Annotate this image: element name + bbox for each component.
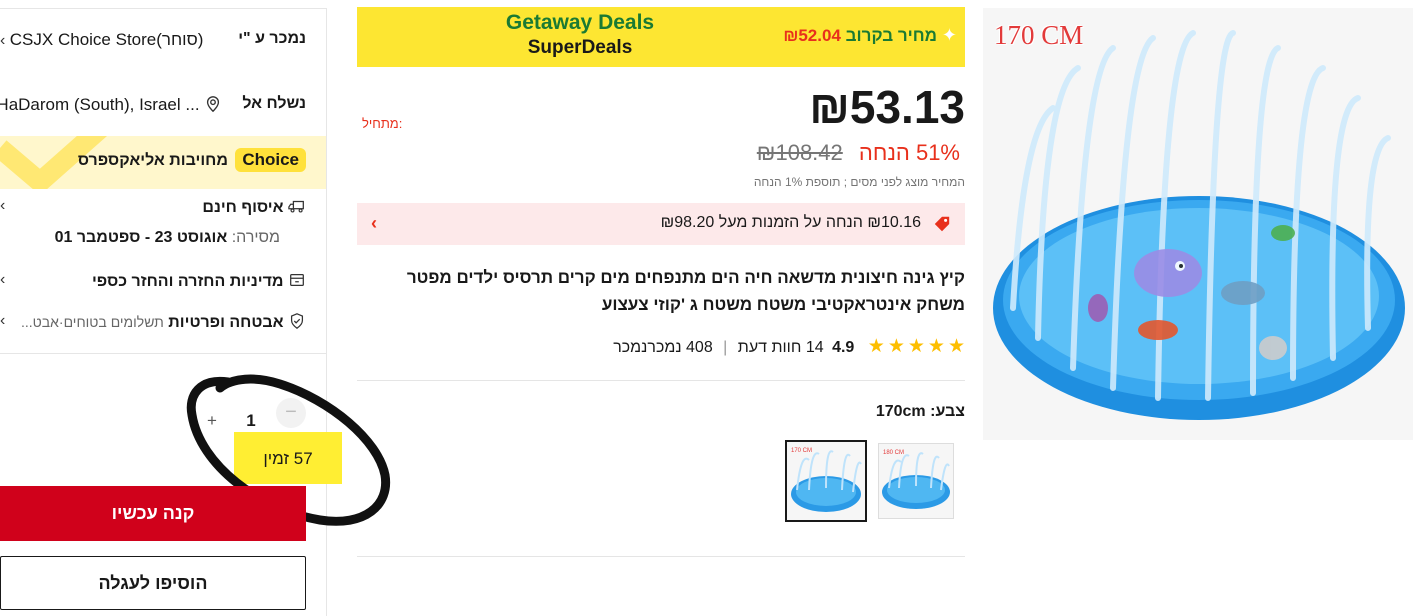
thumbnail-size-label: 180 CM	[883, 450, 904, 456]
security-subtext: תשלומים בטוחים·אבט...	[20, 314, 164, 330]
sold-by-row[interactable]: נמכר ע "י ‹ CSJX Choice Store(סוחר)	[0, 30, 306, 54]
superdeals-banner[interactable]: Getaway Deals SuperDeals ✦ מחיר בקרוב ₪5…	[357, 7, 965, 67]
chevron-left-icon: ‹	[0, 197, 6, 214]
section-divider	[357, 556, 965, 557]
free-pickup-label: איסוף חינם	[202, 199, 284, 216]
sold-count: 408 נמכרנמכר	[613, 339, 713, 356]
sidebar-divider	[0, 353, 326, 354]
tag-icon	[934, 216, 950, 232]
buy-now-button[interactable]: קנה עכשיו	[0, 486, 306, 541]
section-divider	[357, 380, 965, 381]
upcoming-price-label: מחיר בקרוב	[845, 26, 937, 45]
ship-to-label: נשלח אל	[242, 95, 306, 112]
delivery-row: מסירה: אוגוסט 23 - ספטמבר 01	[0, 229, 280, 253]
delivery-value: אוגוסט 23 - ספטמבר 01	[54, 229, 228, 246]
location-pin-icon	[206, 96, 220, 113]
security-row[interactable]: אבטחה ופרטיות תשלומים בטוחים·אבט... ‹	[0, 312, 306, 336]
returns-label: מדיניות החזרה והחזר כספי	[91, 273, 284, 290]
chevron-left-icon: ‹	[371, 213, 377, 233]
delivery-label: מסירה:	[231, 229, 280, 246]
discount-percent: 51% הנחה	[858, 140, 960, 165]
tax-note: המחיר מוצג לפני מסים ; תוספת 1% הנחה	[753, 175, 965, 189]
product-title: קיץ גינה חיצונית מדשאה חיה הים מתנפחים מ…	[406, 268, 965, 314]
store-name[interactable]: CSJX Choice Store(סוחר)	[10, 30, 204, 49]
ship-to-value: HaDarom (South), Israel ...	[0, 95, 200, 114]
security-title: אבטחה ופרטיות תשלומים בטוחים·אבט...	[21, 312, 306, 332]
upcoming-price-value: ₪52.04	[783, 26, 841, 45]
main-product-image[interactable]	[983, 8, 1413, 440]
reviews-count[interactable]: 14 חוות דעת	[738, 339, 824, 356]
color-label: צבע:	[930, 403, 965, 420]
color-selection-label: צבע: 170cm	[876, 403, 965, 421]
sprinkler-mat-image	[983, 8, 1413, 440]
returns-title: מדיניות החזרה והחזר כספי	[92, 271, 306, 291]
choice-badge: Choice	[235, 148, 306, 172]
sprinkler-mat-thumbnail-image: 170 CM	[787, 442, 865, 520]
rating-value: 4.9	[832, 339, 855, 356]
free-pickup-row[interactable]: איסוף חינם ‹	[0, 197, 306, 221]
current-price: ₪53.13	[809, 81, 965, 133]
star-icon: ★	[927, 336, 945, 357]
separator: |	[723, 339, 728, 356]
chevron-left-icon: ‹	[0, 312, 6, 329]
truck-icon	[288, 200, 304, 213]
coupon-bar[interactable]: ₪10.16 הנחה על הזמנות מעל ₪98.20 ‹	[357, 203, 965, 245]
rating-row[interactable]: ★★★★★ 4.9 14 חוות דעת | 408 נמכרנמכר	[613, 335, 965, 358]
star-icon: ★	[867, 336, 885, 357]
returns-row[interactable]: מדיניות החזרה והחזר כספי ‹	[0, 271, 306, 295]
discount-row: 51% הנחה ₪108.42	[757, 140, 960, 166]
color-option-thumbnail[interactable]: 180 CM	[878, 443, 954, 519]
sparkle-icon: ✦	[941, 25, 957, 45]
price-from-label: מתחיל:	[362, 116, 403, 131]
banner-subtitle: SuperDeals	[527, 37, 633, 58]
star-icon: ★	[887, 336, 905, 357]
shield-icon	[290, 313, 304, 329]
choice-commitment-band[interactable]: Choice מחויבות אליאקספרס	[0, 136, 326, 189]
original-price: ₪108.42	[756, 140, 843, 165]
store-link: ‹ CSJX Choice Store(סוחר)	[0, 30, 203, 50]
color-value: 170cm	[875, 403, 926, 420]
return-box-icon	[290, 273, 304, 287]
color-option-thumbnail-selected[interactable]: 170 CM	[785, 440, 867, 522]
sold-by-label: נמכר ע "י	[238, 30, 306, 47]
coupon-text: ₪10.16 הנחה על הזמנות מעל ₪98.20	[660, 214, 921, 231]
ship-to-row[interactable]: נשלח אל HaDarom (South), Israel ...	[0, 95, 306, 119]
free-pickup-title: איסוף חינם	[202, 197, 306, 217]
chevron-left-icon: ‹	[0, 271, 6, 288]
star-icon: ★	[907, 336, 925, 357]
upcoming-price: מחיר בקרוב ₪52.04	[783, 26, 937, 46]
sprinkler-mat-thumbnail-image: 180 CM	[879, 444, 953, 518]
image-size-label: 170 CM	[994, 20, 1084, 50]
chevron-left-icon: ‹	[0, 32, 6, 49]
banner-title: Getaway Deals	[505, 11, 655, 34]
security-label: אבטחה ופרטיות	[168, 314, 284, 331]
thumbnail-size-label: 170 CM	[791, 448, 812, 454]
star-icon: ★	[947, 336, 965, 357]
add-to-cart-button[interactable]: הוסיפו לעגלה	[0, 556, 306, 610]
ship-to-location[interactable]: HaDarom (South), Israel ...	[0, 95, 222, 115]
choice-commitment-text: מחויבות אליאקספרס	[77, 152, 228, 169]
